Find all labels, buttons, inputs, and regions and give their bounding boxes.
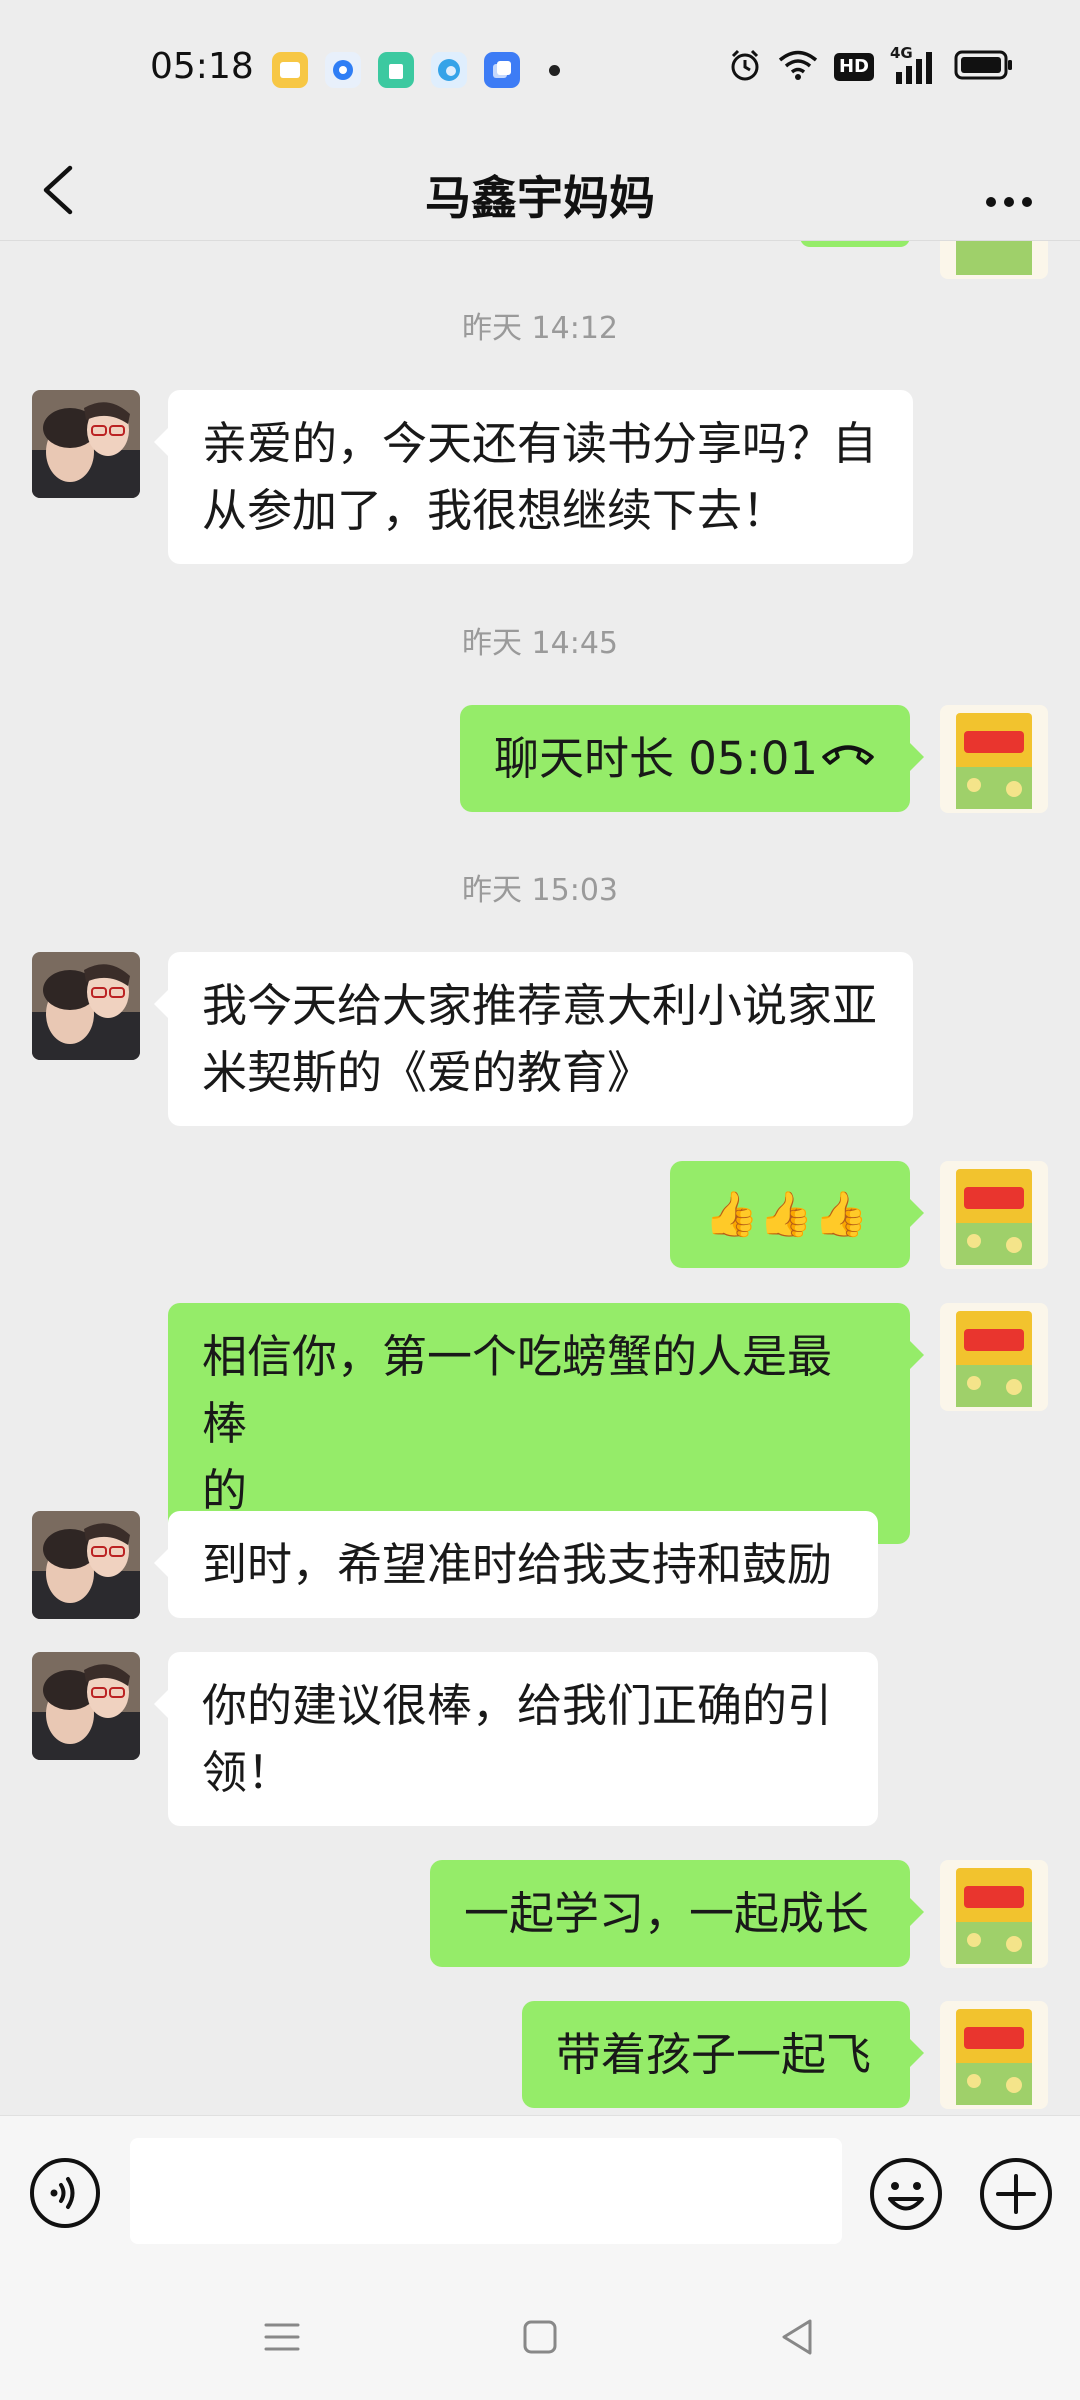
- menu-icon: [264, 2323, 300, 2351]
- battery-icon: [954, 50, 1014, 84]
- outgoing-message[interactable]: 带着孩子一起飞: [522, 2001, 924, 2108]
- incoming-message[interactable]: 你的建议很棒，给我们正确的引 领！: [154, 1652, 878, 1826]
- chat-header: 马鑫宇妈妈: [0, 140, 1080, 241]
- message-line: 米契斯的《爱的教育》: [202, 1046, 653, 1099]
- timestamp: 昨天 14:12: [462, 311, 618, 346]
- message-line: 带着孩子一起飞: [556, 2028, 872, 2081]
- incoming-message[interactable]: 到时，希望准时给我支持和鼓励: [154, 1511, 878, 1618]
- call-record-message[interactable]: 聊天时长 05:01: [460, 705, 924, 812]
- my-avatar[interactable]: [940, 241, 1048, 279]
- timestamp: 昨天 15:03: [462, 873, 618, 908]
- message-line: 我今天给大家推荐意大利小说家亚: [202, 979, 878, 1032]
- signal-4g-icon: 4G: [890, 44, 938, 84]
- voice-input-button[interactable]: [28, 2156, 102, 2230]
- message-line: 领！: [202, 1746, 293, 1799]
- notes-app-icon: [272, 52, 308, 88]
- phone-hangup-icon: [822, 745, 874, 765]
- message-line: 一起学习，一起成长: [464, 1887, 870, 1940]
- message-line: 亲爱的，今天还有读书分享吗？自: [202, 417, 878, 470]
- store-app-icon: [378, 52, 414, 88]
- outgoing-message[interactable]: 相信你，第一个吃螃蟹的人是最棒 的: [168, 1303, 924, 1544]
- message-line: 你的建议很棒，给我们正确的引: [202, 1679, 833, 1732]
- edge-app-icon: [431, 52, 467, 88]
- system-back-button[interactable]: [776, 2315, 820, 2359]
- status-indicators: HD 4G: [728, 44, 1014, 86]
- contact-avatar[interactable]: [32, 1652, 140, 1760]
- message-line: 相信你，第一个吃螃蟹的人是最棒: [202, 1330, 833, 1450]
- message-line: 从参加了，我很想继续下去！: [202, 484, 788, 537]
- emoji-message[interactable]: 👍👍👍: [670, 1161, 924, 1268]
- previous-message-bubble[interactable]: [800, 241, 910, 247]
- thumbs-up-emoji: 👍👍👍: [704, 1189, 869, 1240]
- chat-title: 马鑫宇妈妈: [425, 171, 655, 225]
- call-duration-text: 聊天时长 05:01: [494, 732, 818, 785]
- more-dots-icon: [986, 197, 1032, 207]
- menu-button[interactable]: [260, 2315, 304, 2359]
- message-line: 到时，希望准时给我支持和鼓励: [202, 1538, 833, 1591]
- timestamp: 昨天 14:45: [462, 626, 618, 661]
- contact-avatar[interactable]: [32, 390, 140, 498]
- my-avatar[interactable]: [940, 705, 1048, 813]
- outgoing-message[interactable]: 一起学习，一起成长: [430, 1860, 924, 1967]
- my-avatar[interactable]: [940, 1303, 1048, 1411]
- message-list[interactable]: 昨天 14:12 亲爱的，今天还有读书分享吗？自 从参加了，我很想继续下去！ 昨…: [0, 241, 1080, 2115]
- files-app-icon: [484, 52, 520, 88]
- browser-app-icon: [325, 52, 361, 88]
- system-navigation-bar: [0, 2275, 1080, 2400]
- more-options-button[interactable]: [974, 166, 1044, 216]
- notification-icons: [272, 52, 560, 88]
- plus-icon: [980, 2158, 1052, 2230]
- emoji-icon: [870, 2158, 942, 2230]
- status-time: 05:18: [150, 46, 254, 87]
- incoming-message[interactable]: 亲爱的，今天还有读书分享吗？自 从参加了，我很想继续下去！: [154, 390, 913, 564]
- my-avatar[interactable]: [940, 1860, 1048, 1968]
- voice-icon: [30, 2158, 100, 2228]
- home-icon: [523, 2320, 557, 2354]
- back-icon: [782, 2319, 812, 2355]
- hd-icon: HD: [833, 53, 874, 81]
- my-avatar[interactable]: [940, 2001, 1048, 2109]
- emoji-button[interactable]: [868, 2156, 944, 2232]
- home-button[interactable]: [518, 2315, 562, 2359]
- more-functions-button[interactable]: [978, 2156, 1054, 2232]
- alarm-icon: [728, 48, 762, 86]
- message-text-input[interactable]: [130, 2138, 842, 2244]
- contact-avatar[interactable]: [32, 1511, 140, 1619]
- more-notifications-dot: [549, 64, 560, 76]
- status-bar: 05:18 HD 4G: [0, 0, 1080, 140]
- my-avatar[interactable]: [940, 1161, 1048, 1269]
- wifi-icon: [778, 49, 818, 85]
- incoming-message[interactable]: 我今天给大家推荐意大利小说家亚 米契斯的《爱的教育》: [154, 952, 913, 1126]
- message-input-bar: [0, 2115, 1080, 2276]
- contact-avatar[interactable]: [32, 952, 140, 1060]
